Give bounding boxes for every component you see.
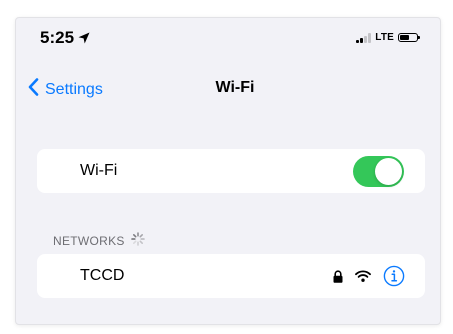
status-time-text: 5:25 xyxy=(40,28,75,47)
lock-icon xyxy=(333,269,343,283)
info-icon[interactable] xyxy=(383,265,405,287)
status-bar-time: 5:25 xyxy=(40,28,90,48)
network-row-tccd[interactable]: TCCD xyxy=(37,254,425,298)
wifi-toggle-label: Wi-Fi xyxy=(80,162,118,179)
loading-spinner-icon xyxy=(130,232,145,249)
location-arrow-icon xyxy=(78,32,90,44)
network-row-icons xyxy=(333,265,405,287)
phone-screen: 5:25 LTE Settings Wi-Fi Wi-Fi NETWORKS T… xyxy=(15,17,441,325)
battery-icon xyxy=(398,33,420,42)
network-type-label: LTE xyxy=(375,32,394,43)
toggle-knob xyxy=(375,158,402,185)
page-title: Wi-Fi xyxy=(215,79,255,96)
wifi-toggle-row: Wi-Fi xyxy=(37,149,425,193)
wifi-signal-icon xyxy=(355,270,371,282)
wifi-toggle-switch[interactable] xyxy=(353,156,404,187)
network-name: TCCD xyxy=(80,267,125,284)
cellular-signal-icon xyxy=(356,32,372,43)
networks-header-label: NETWORKS xyxy=(53,233,125,248)
status-bar-indicators: LTE xyxy=(356,32,420,43)
networks-section-header: NETWORKS xyxy=(53,232,145,249)
